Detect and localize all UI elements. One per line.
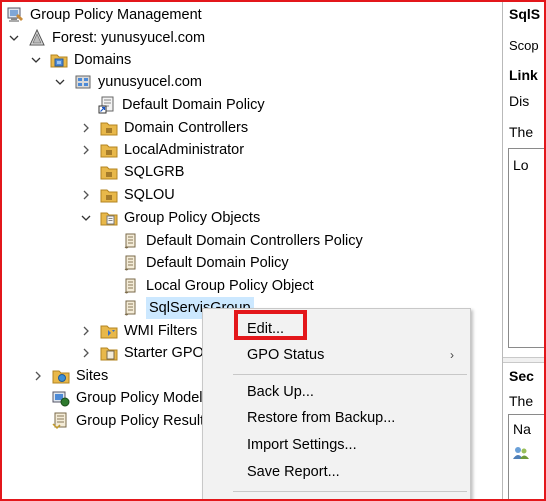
tree-starter-gpos[interactable]: Starter GPOs xyxy=(80,342,211,364)
tree-label: Default Domain Policy xyxy=(122,97,265,113)
menu-item-import-settings[interactable]: Import Settings... xyxy=(203,430,470,460)
tree-label: Domain Controllers xyxy=(124,120,249,136)
details-pane: SqlS Scop Link Dis The Lo Sec The Na xyxy=(502,2,544,499)
gpo-link-icon xyxy=(98,96,116,114)
tree-gpo-item[interactable]: Local Group Policy Object xyxy=(122,275,314,297)
tree-domain-label: yunusyucel.com xyxy=(98,74,202,90)
gpo-folder-icon xyxy=(100,209,118,227)
ou-folder-icon xyxy=(100,186,118,204)
tree-gpo-item[interactable]: Default Domain Controllers Policy xyxy=(122,230,363,252)
tree-label: SQLOU xyxy=(124,187,175,203)
gpo-scroll-icon xyxy=(122,277,140,295)
links-heading: Link xyxy=(509,67,538,83)
tree-root[interactable]: Group Policy Management xyxy=(6,4,202,26)
menu-separator xyxy=(233,491,467,492)
tree-label: Default Domain Policy xyxy=(146,255,289,271)
gpo-scroll-icon xyxy=(122,232,140,250)
wmi-folder-icon xyxy=(100,322,118,340)
tree-root-label: Group Policy Management xyxy=(30,7,202,23)
links-list-column: Lo xyxy=(513,157,529,173)
menu-item-label: Restore from Backup... xyxy=(247,410,396,426)
tree-label: WMI Filters xyxy=(124,323,198,339)
security-list-column: Na xyxy=(513,421,531,437)
tree-gp-results[interactable]: Group Policy Results xyxy=(52,410,211,432)
details-title: SqlS xyxy=(509,6,541,22)
menu-item-label: Import Settings... xyxy=(247,437,357,453)
tree-default-domain-policy-link[interactable]: Default Domain Policy xyxy=(98,94,265,116)
tree-forest-label: Forest: yunusyucel.com xyxy=(52,30,206,46)
submenu-arrow-icon: › xyxy=(450,348,454,362)
chevron-right-icon[interactable] xyxy=(80,189,92,201)
gpo-scroll-icon xyxy=(122,299,140,317)
tree-gp-modeling[interactable]: Group Policy Modeling xyxy=(52,387,222,409)
tree-domain[interactable]: yunusyucel.com xyxy=(54,71,202,93)
domains-folder-icon xyxy=(50,51,68,69)
info-text: The xyxy=(509,124,534,140)
menu-item-restore[interactable]: Restore from Backup... xyxy=(203,403,470,433)
gpo-scroll-icon xyxy=(122,254,140,272)
tree-wmi-filters[interactable]: WMI Filters xyxy=(80,320,197,342)
tree-label: SQLGRB xyxy=(124,164,185,180)
menu-item-gpo-status[interactable]: GPO Status › xyxy=(203,340,470,370)
gpmc-icon xyxy=(6,6,24,24)
tree-domains-label: Domains xyxy=(74,52,132,68)
tree-sqlou[interactable]: SQLOU xyxy=(80,184,175,206)
edit-highlight-box xyxy=(234,310,307,340)
chevron-down-icon[interactable] xyxy=(30,54,42,66)
tree-label: Default Domain Controllers Policy xyxy=(146,233,363,249)
tree-sites[interactable]: Sites xyxy=(32,365,108,387)
ou-folder-icon xyxy=(100,119,118,137)
tree-label: Sites xyxy=(76,368,109,384)
security-heading: Sec xyxy=(509,368,534,384)
tree-label: Group Policy Objects xyxy=(124,210,261,226)
tree-label: Starter GPOs xyxy=(124,345,212,361)
domain-icon xyxy=(74,73,92,91)
menu-item-label: Back Up... xyxy=(247,384,314,400)
tree-forest[interactable]: Forest: yunusyucel.com xyxy=(8,27,205,49)
chevron-right-icon[interactable] xyxy=(32,370,44,382)
ou-folder-icon xyxy=(100,163,118,181)
chevron-right-icon[interactable] xyxy=(80,122,92,134)
display-label: Dis xyxy=(509,93,530,109)
tree-label: Local Group Policy Object xyxy=(146,278,314,294)
tree-label: Group Policy Modeling xyxy=(76,390,222,406)
chevron-down-icon[interactable] xyxy=(8,32,20,44)
pane-splitter[interactable] xyxy=(503,357,544,363)
tree-sqlgrb[interactable]: SQLGRB xyxy=(100,161,184,183)
tree-domain-controllers[interactable]: Domain Controllers xyxy=(80,117,248,139)
chevron-down-icon[interactable] xyxy=(54,76,66,88)
scope-tab[interactable]: Scop xyxy=(509,38,539,53)
links-list[interactable]: Lo xyxy=(508,148,544,348)
chevron-right-icon[interactable] xyxy=(80,347,92,359)
security-info: The xyxy=(509,393,534,409)
tree-label: Group Policy Results xyxy=(76,413,212,429)
menu-item-label: GPO Status xyxy=(247,347,325,363)
tree-local-administrator[interactable]: LocalAdministrator xyxy=(80,139,244,161)
modeling-icon xyxy=(52,389,70,407)
chevron-right-icon[interactable] xyxy=(80,325,92,337)
tree-label: LocalAdministrator xyxy=(124,142,245,158)
users-icon xyxy=(513,445,529,461)
sites-icon xyxy=(52,367,70,385)
tree-gpo-folder[interactable]: Group Policy Objects xyxy=(80,207,260,229)
tree-domains[interactable]: Domains xyxy=(30,49,131,71)
security-list[interactable]: Na xyxy=(508,414,544,499)
chevron-down-icon[interactable] xyxy=(80,212,92,224)
starter-gpo-folder-icon xyxy=(100,344,118,362)
menu-item-save-report[interactable]: Save Report... xyxy=(203,457,470,487)
chevron-right-icon[interactable] xyxy=(80,144,92,156)
ou-folder-icon xyxy=(100,141,118,159)
results-icon xyxy=(52,412,70,430)
menu-separator xyxy=(233,374,467,375)
menu-item-label: Save Report... xyxy=(247,464,340,480)
screenshot-frame: Group Policy Management Forest: yunusyuc… xyxy=(0,0,546,501)
tree-gpo-item[interactable]: Default Domain Policy xyxy=(122,252,289,274)
forest-icon xyxy=(28,29,46,47)
